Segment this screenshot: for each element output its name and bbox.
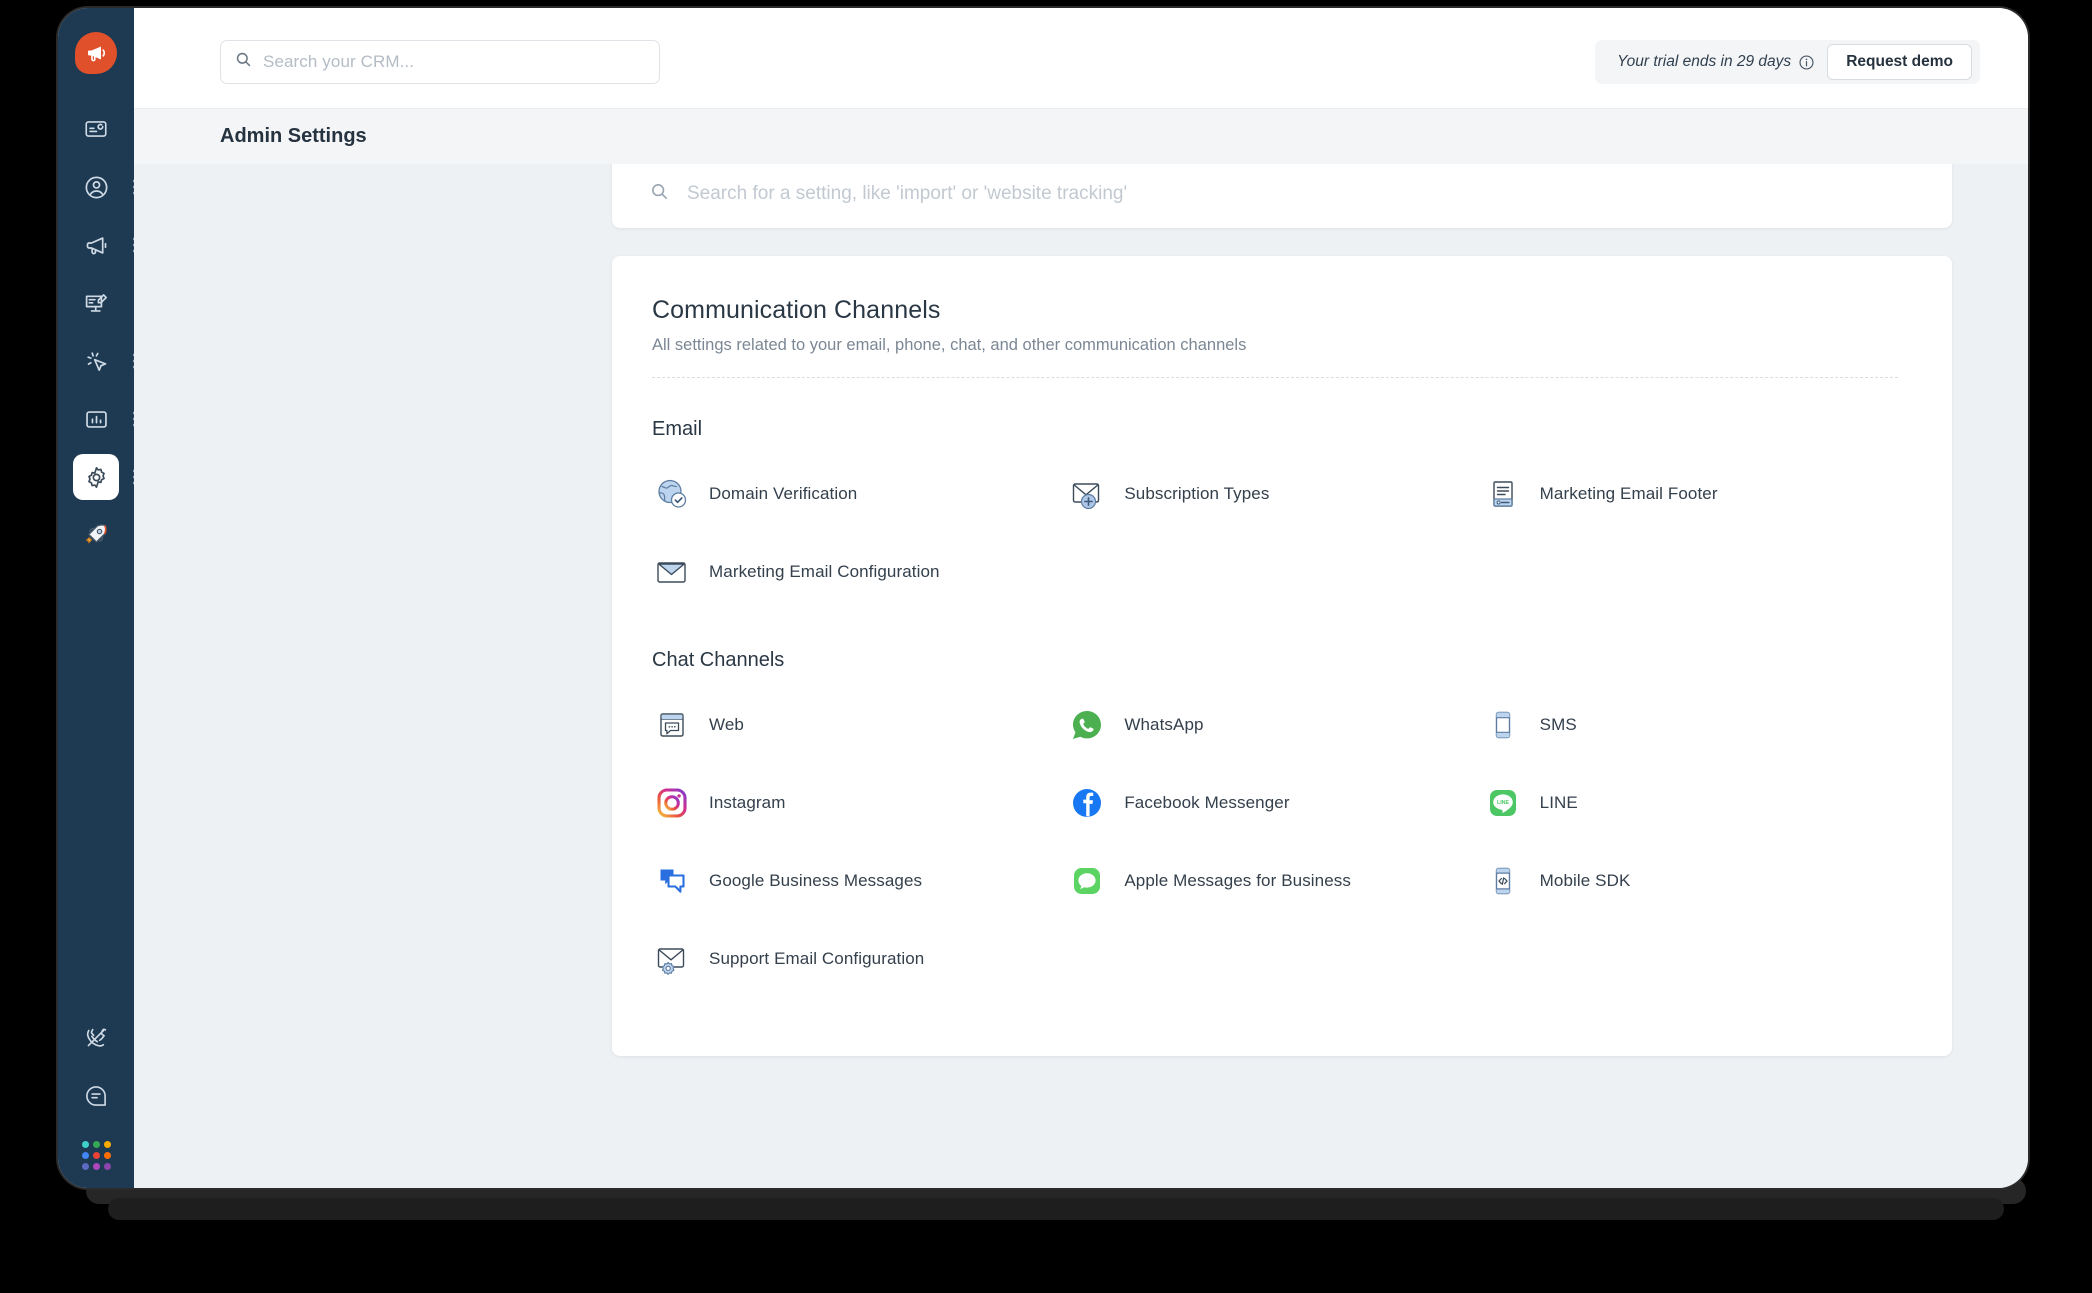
megaphone-icon xyxy=(83,232,110,259)
settings-group-chat-channels: Chat Channels Web WhatsApp SMS Instagram… xyxy=(652,649,1898,982)
search-icon xyxy=(235,51,252,73)
setting-mobile-sdk[interactable]: Mobile SDK xyxy=(1483,858,1898,904)
cursor-click-icon xyxy=(83,348,110,375)
setting-label: Subscription Types xyxy=(1124,484,1270,503)
globe-check-icon xyxy=(652,474,692,514)
request-demo-button[interactable]: Request demo xyxy=(1827,44,1972,80)
setting-label: Marketing Email Configuration xyxy=(709,562,940,581)
setting-sms[interactable]: SMS xyxy=(1483,702,1898,748)
setting-label: Mobile SDK xyxy=(1539,871,1631,890)
settings-search-card: Search for a setting, like 'import' or '… xyxy=(612,164,1952,228)
sidebar-item-settings[interactable] xyxy=(73,454,136,500)
setting-label: Apple Messages for Business xyxy=(1124,871,1351,890)
sidebar-item-contacts[interactable] xyxy=(73,164,136,210)
apple-messages-icon xyxy=(1067,861,1107,901)
screenshot-scene: Search your CRM... Your trial ends in 29… xyxy=(0,0,2092,1293)
page-header: Admin Settings xyxy=(134,108,2028,164)
device-shadow-lower xyxy=(108,1198,2004,1220)
setting-line[interactable]: LINE LINE xyxy=(1483,780,1898,826)
monitor-edit-icon xyxy=(83,290,110,317)
sidebar-item-onboarding[interactable] xyxy=(73,512,119,558)
settings-content: Search for a setting, like 'import' or '… xyxy=(134,164,2028,1188)
setting-label: Marketing Email Footer xyxy=(1539,484,1718,503)
user-circle-icon xyxy=(83,174,110,201)
setting-facebook-messenger[interactable]: Facebook Messenger xyxy=(1067,780,1482,826)
sidebar-item-reports[interactable] xyxy=(73,396,136,442)
setting-marketing-email-configuration[interactable]: Marketing Email Configuration xyxy=(652,549,1067,595)
settings-group-email: Email Domain Verification Subscription T… xyxy=(652,418,1898,595)
trial-notice: Your trial ends in 29 days Request demo xyxy=(1595,40,1980,84)
top-bar: Search your CRM... Your trial ends in 29… xyxy=(134,8,2028,108)
card-activity-icon xyxy=(83,116,109,142)
app-sidebar xyxy=(58,8,136,1188)
setting-label: Facebook Messenger xyxy=(1124,793,1290,812)
setting-label: Instagram xyxy=(709,793,786,812)
crm-search-placeholder: Search your CRM... xyxy=(263,52,415,71)
search-icon xyxy=(650,182,669,206)
setting-subscription-types[interactable]: Subscription Types xyxy=(1067,471,1482,517)
group-title-chat-channels: Chat Channels xyxy=(652,649,785,671)
google-business-messages-icon xyxy=(652,861,692,901)
panel-divider xyxy=(652,377,1898,378)
rocket-icon xyxy=(82,521,110,549)
sidebar-item-chat[interactable] xyxy=(73,1073,119,1119)
gear-icon xyxy=(83,464,110,491)
setting-support-email-configuration[interactable]: Support Email Configuration xyxy=(652,936,1067,982)
envelope-icon xyxy=(652,552,692,592)
svg-text:LINE: LINE xyxy=(1497,800,1510,806)
setting-label: Support Email Configuration xyxy=(709,949,925,968)
setting-google-business-messages[interactable]: Google Business Messages xyxy=(652,858,1067,904)
mobile-sms-icon xyxy=(1483,705,1523,745)
setting-label: Web xyxy=(709,715,744,734)
info-circle-icon[interactable] xyxy=(1798,54,1815,71)
line-icon: LINE xyxy=(1483,783,1523,823)
sidebar-bottom-group xyxy=(73,1003,119,1188)
sidebar-item-automation[interactable] xyxy=(73,338,136,384)
whatsapp-icon xyxy=(1067,705,1107,745)
panel-title: Communication Channels xyxy=(652,296,941,324)
phone-off-icon xyxy=(83,1025,109,1051)
setting-apple-messages-for-business[interactable]: Apple Messages for Business xyxy=(1067,858,1482,904)
chat-channels-grid: Web WhatsApp SMS Instagram Facebook Mess… xyxy=(652,702,1898,982)
setting-domain-verification[interactable]: Domain Verification xyxy=(652,471,1067,517)
page-title: Admin Settings xyxy=(220,125,367,147)
setting-whatsapp[interactable]: WhatsApp xyxy=(1067,702,1482,748)
instagram-icon xyxy=(652,783,692,823)
browser-chat-icon xyxy=(652,705,692,745)
setting-label: SMS xyxy=(1539,715,1577,734)
setting-label: LINE xyxy=(1539,793,1578,812)
sidebar-item-activity-card[interactable] xyxy=(73,106,119,152)
email-settings-grid: Domain Verification Subscription Types M… xyxy=(652,471,1898,595)
setting-marketing-email-footer[interactable]: Marketing Email Footer xyxy=(1483,471,1898,517)
bar-chart-icon xyxy=(83,406,110,433)
browser-window: Search your CRM... Your trial ends in 29… xyxy=(58,8,2028,1188)
group-title-email: Email xyxy=(652,418,703,440)
setting-instagram[interactable]: Instagram xyxy=(652,780,1067,826)
setting-label: Domain Verification xyxy=(709,484,858,503)
megaphone-logo-icon[interactable] xyxy=(75,32,117,74)
setting-web[interactable]: Web xyxy=(652,702,1067,748)
crm-search-input[interactable]: Search your CRM... xyxy=(220,40,660,84)
setting-label: WhatsApp xyxy=(1124,715,1204,734)
sidebar-item-phone-off[interactable] xyxy=(73,1015,119,1061)
sidebar-item-marketing[interactable] xyxy=(73,222,136,268)
apps-grid-icon[interactable] xyxy=(81,1141,111,1170)
setting-label: Google Business Messages xyxy=(709,871,923,890)
envelope-gear-icon xyxy=(652,939,692,979)
communication-channels-panel: Communication Channels All settings rela… xyxy=(612,256,1952,1056)
settings-search-placeholder: Search for a setting, like 'import' or '… xyxy=(687,183,1128,204)
facebook-icon xyxy=(1067,783,1107,823)
envelope-plus-icon xyxy=(1067,474,1107,514)
sidebar-item-content[interactable] xyxy=(73,280,119,326)
chat-bubble-icon xyxy=(83,1083,109,1109)
panel-subtitle: All settings related to your email, phon… xyxy=(652,336,1247,354)
mobile-code-icon xyxy=(1483,861,1523,901)
document-footer-icon xyxy=(1483,474,1523,514)
settings-search-input[interactable]: Search for a setting, like 'import' or '… xyxy=(650,182,1127,206)
trial-text: Your trial ends in 29 days xyxy=(1617,53,1792,70)
